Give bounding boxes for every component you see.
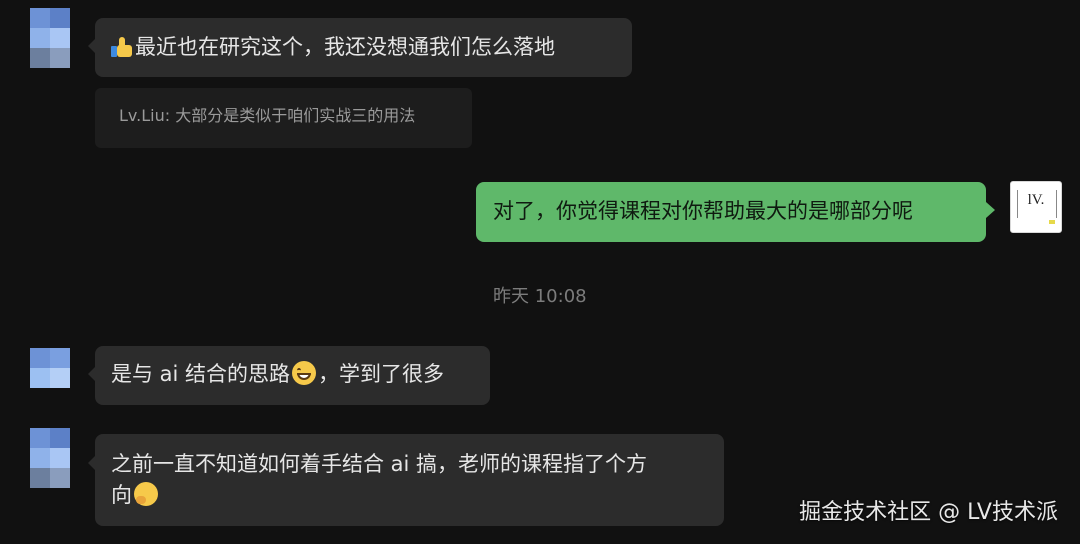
contact-avatar[interactable] [30,8,70,68]
message-text: 最近也在研究这个，我还没想通我们怎么落地 [135,35,555,59]
message-text-line: 之前一直不知道如何着手结合 ai 搞，老师的课程指了个方 [111,452,648,476]
message-text: ，学到了很多 [318,362,445,386]
chat-window: 最近也在研究这个，我还没想通我们怎么落地 Lv.Liu: 大部分是类似于咱们实战… [0,0,1080,544]
avatar-logo-text: lV. [1027,192,1045,208]
message-bubble-outgoing[interactable]: 对了，你觉得课程对你帮助最大的是哪部分呢 [476,182,986,242]
contact-avatar[interactable] [30,428,70,488]
thumbs-up-icon [111,36,133,58]
grinning-face-icon [292,361,317,385]
message-text: 对了，你觉得课程对你帮助最大的是哪部分呢 [493,199,913,223]
message-text-line-2: 向 [111,480,724,511]
message-bubble[interactable]: 最近也在研究这个，我还没想通我们怎么落地 [95,18,632,77]
bubble-tail [986,202,995,218]
watermark: 掘金技术社区 @ LV技术派 [799,500,1058,525]
thinking-face-icon [134,482,158,506]
quoted-message[interactable]: Lv.Liu: 大部分是类似于咱们实战三的用法 [95,88,472,148]
self-avatar[interactable]: lV. [1010,181,1062,233]
message-text: 是与 ai 结合的思路 [111,362,291,386]
contact-avatar[interactable] [30,348,70,388]
avatar-dot [1049,220,1055,224]
timestamp: 昨天 10:08 [493,286,587,307]
quote-text: Lv.Liu: 大部分是类似于咱们实战三的用法 [119,106,416,125]
message-bubble[interactable]: 是与 ai 结合的思路 ，学到了很多 [95,346,490,405]
message-bubble[interactable]: 之前一直不知道如何着手结合 ai 搞，老师的课程指了个方 向 [95,434,724,526]
